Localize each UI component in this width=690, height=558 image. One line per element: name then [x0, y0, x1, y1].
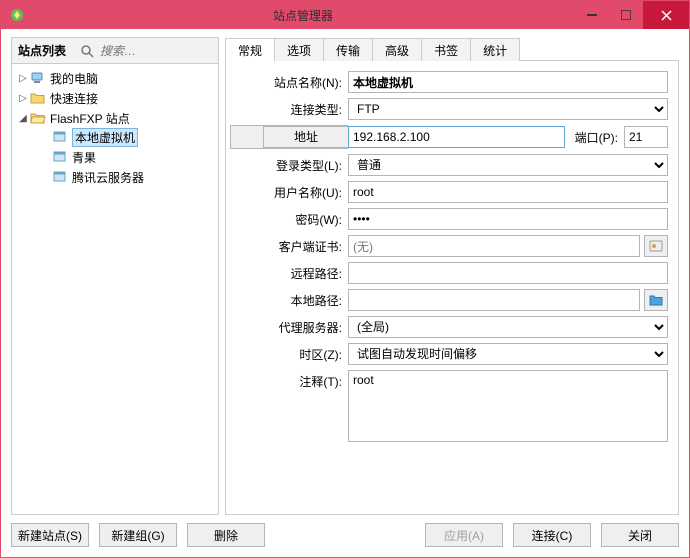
address-button[interactable]: 地址 — [263, 126, 349, 148]
sidebar-title: 站点列表 — [18, 42, 66, 59]
login-type-select[interactable]: 普通 — [348, 154, 668, 176]
collapse-icon[interactable]: ▷ — [16, 93, 30, 104]
tree-node-local-vm[interactable]: 本地虚拟机 — [12, 128, 218, 146]
close-dialog-button[interactable]: 关闭 — [601, 523, 679, 547]
window-controls — [575, 1, 689, 29]
site-name-input[interactable] — [348, 71, 668, 93]
tab-strip: 常规 选项 传输 高级 书签 统计 — [225, 37, 679, 61]
folder-icon — [30, 91, 46, 105]
tab-options[interactable]: 选项 — [274, 38, 324, 61]
label-site-name: 站点名称(N): — [230, 74, 348, 91]
new-site-button[interactable]: 新建站点(S) — [11, 523, 89, 547]
tab-transfer[interactable]: 传输 — [323, 38, 373, 61]
tree-label: 青果 — [72, 149, 96, 166]
label-username: 用户名称(U): — [230, 184, 348, 201]
tree-label: 我的电脑 — [50, 70, 98, 87]
label-proxy: 代理服务器: — [230, 319, 348, 336]
main-row: 站点列表 ▷ 我的电脑 — [11, 37, 679, 515]
sidebar-header: 站点列表 — [11, 37, 219, 63]
remote-path-input[interactable] — [348, 262, 668, 284]
site-tree[interactable]: ▷ 我的电脑 ▷ 快速连接 — [11, 63, 219, 515]
timezone-select[interactable]: 试图自动发现时间偏移 — [348, 343, 668, 365]
client-cert-input — [348, 235, 640, 257]
bottom-bar: 新建站点(S) 新建组(G) 删除 应用(A) 连接(C) 关闭 — [11, 515, 679, 547]
local-path-input[interactable] — [348, 289, 640, 311]
proxy-select[interactable]: (全局) — [348, 316, 668, 338]
tree-node-tencent-cloud[interactable]: 腾讯云服务器 — [12, 168, 218, 186]
tab-advanced[interactable]: 高级 — [372, 38, 422, 61]
label-notes: 注释(T): — [230, 370, 348, 390]
expand-icon[interactable]: ◢ — [16, 113, 30, 124]
site-icon — [52, 170, 68, 184]
site-icon — [52, 130, 68, 144]
right-panel: 常规 选项 传输 高级 书签 统计 站点名称(N): 连接类型: FTP — [225, 37, 679, 515]
computer-icon — [30, 71, 46, 85]
tree-node-my-computer[interactable]: ▷ 我的电脑 — [12, 69, 218, 87]
close-button[interactable] — [643, 1, 689, 29]
label-remote-path: 远程路径: — [230, 265, 348, 282]
window-title: 站点管理器 — [31, 7, 575, 24]
tree-node-flashfxp-sites[interactable]: ◢ FlashFXP 站点 — [12, 109, 218, 127]
client-cert-browse-button[interactable] — [644, 235, 668, 257]
tab-stats[interactable]: 统计 — [470, 38, 520, 61]
connect-button[interactable]: 连接(C) — [513, 523, 591, 547]
port-input[interactable] — [624, 126, 668, 148]
tree-node-quick-connect[interactable]: ▷ 快速连接 — [12, 89, 218, 107]
tree-node-qingguo[interactable]: 青果 — [12, 148, 218, 166]
label-address: 地址 — [230, 125, 348, 149]
app-icon — [9, 7, 25, 23]
folder-icon — [649, 294, 663, 306]
tree-label: FlashFXP 站点 — [50, 110, 130, 127]
notes-textarea[interactable] — [348, 370, 668, 442]
client-area: 站点列表 ▷ 我的电脑 — [1, 29, 689, 557]
tree-label: 腾讯云服务器 — [72, 169, 144, 186]
address-input[interactable] — [348, 126, 565, 148]
form-general: 站点名称(N): 连接类型: FTP 地址 端口(P): — [225, 61, 679, 515]
label-login-type: 登录类型(L): — [230, 157, 348, 174]
connection-type-select[interactable]: FTP — [348, 98, 668, 120]
label-client-cert: 客户端证书: — [230, 238, 348, 255]
tab-bookmarks[interactable]: 书签 — [421, 38, 471, 61]
title-bar: 站点管理器 — [1, 1, 689, 29]
local-path-browse-button[interactable] — [644, 289, 668, 311]
label-timezone: 时区(Z): — [230, 346, 348, 363]
delete-button[interactable]: 删除 — [187, 523, 265, 547]
label-port: 端口(P): — [565, 129, 624, 146]
label-local-path: 本地路径: — [230, 292, 348, 309]
label-conn-type: 连接类型: — [230, 101, 348, 118]
left-panel: 站点列表 ▷ 我的电脑 — [11, 37, 219, 515]
tab-general[interactable]: 常规 — [225, 38, 275, 61]
folder-open-icon — [30, 111, 46, 125]
new-group-button[interactable]: 新建组(G) — [99, 523, 177, 547]
tree-label: 本地虚拟机 — [72, 128, 138, 147]
username-input[interactable] — [348, 181, 668, 203]
tree-label: 快速连接 — [50, 90, 98, 107]
site-manager-window: 站点管理器 站点列表 — [0, 0, 690, 558]
apply-button[interactable]: 应用(A) — [425, 523, 503, 547]
label-password: 密码(W): — [230, 211, 348, 228]
maximize-button[interactable] — [609, 1, 643, 29]
password-input[interactable] — [348, 208, 668, 230]
search-icon — [80, 44, 94, 58]
collapse-icon[interactable]: ▷ — [16, 73, 30, 84]
site-icon — [52, 150, 68, 164]
certificate-icon — [649, 240, 663, 252]
minimize-button[interactable] — [575, 1, 609, 29]
